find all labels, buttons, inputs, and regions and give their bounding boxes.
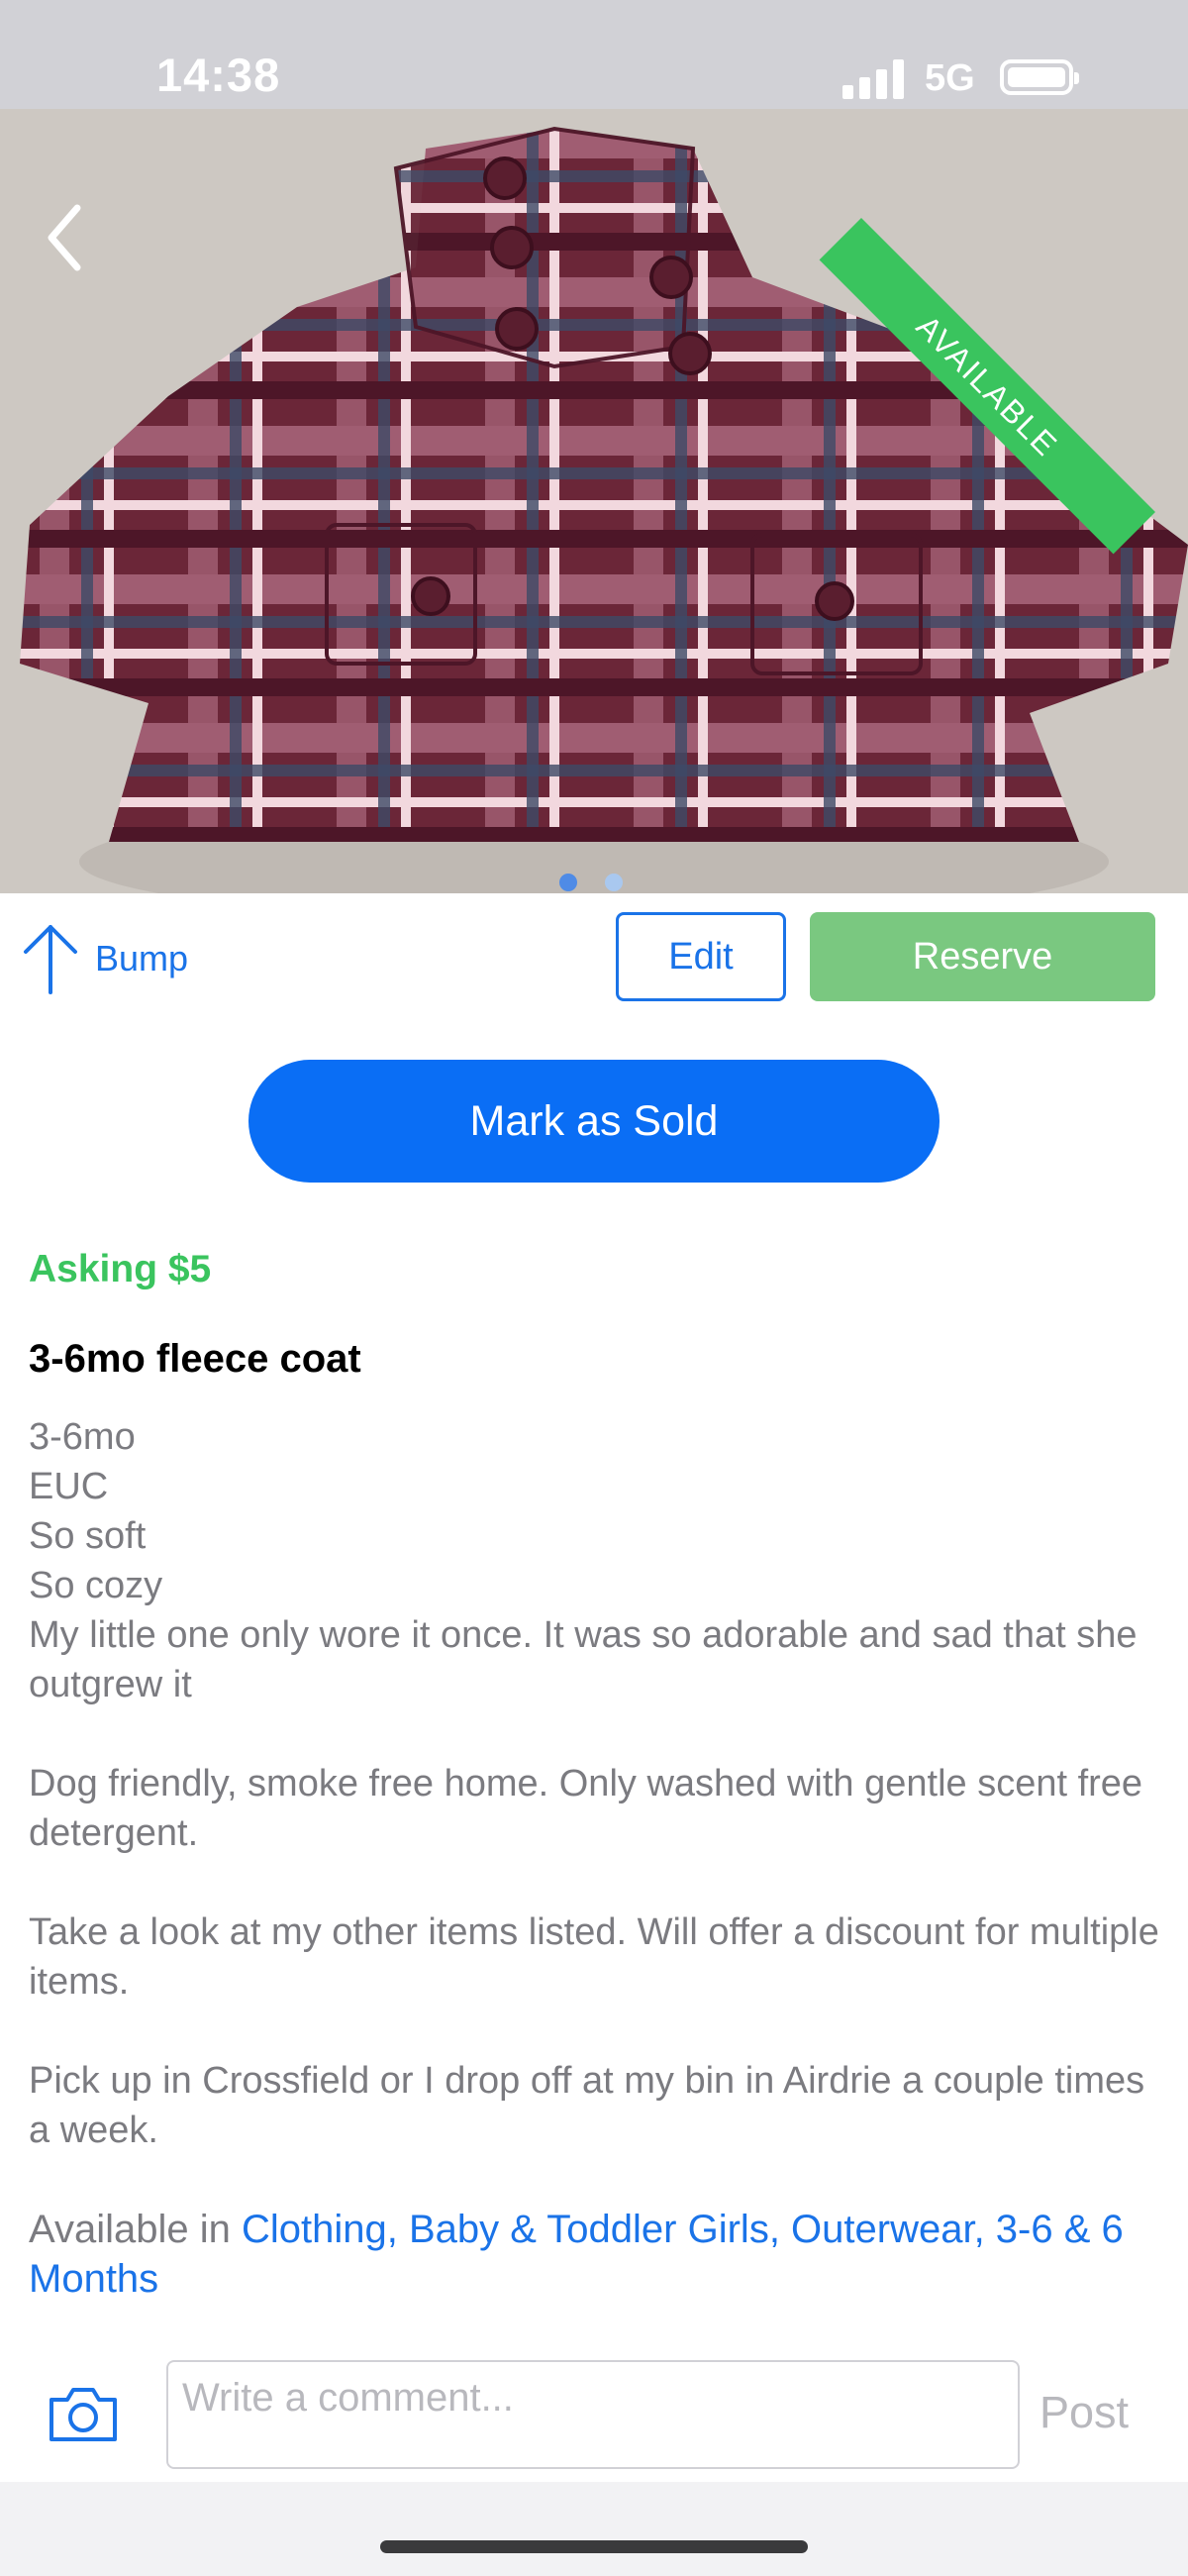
back-button[interactable] bbox=[30, 188, 109, 287]
categories-line: Available in Clothing, Baby & Toddler Gi… bbox=[29, 2205, 1167, 2304]
chevron-left-icon bbox=[48, 204, 81, 271]
pager-dot-active[interactable] bbox=[559, 874, 577, 891]
camera-icon bbox=[50, 2388, 117, 2441]
listing-description: 3-6mo EUC So soft So cozy My little one … bbox=[29, 1416, 1159, 2151]
network-label: 5G bbox=[925, 57, 975, 99]
comment-input[interactable] bbox=[166, 2360, 1020, 2469]
camera-button[interactable] bbox=[46, 2382, 121, 2445]
bump-button[interactable]: Bump bbox=[22, 921, 188, 996]
categories-prefix: Available in bbox=[29, 2208, 242, 2251]
mark-as-sold-button[interactable]: Mark as Sold bbox=[248, 1060, 940, 1183]
edit-button[interactable]: Edit bbox=[616, 912, 786, 1001]
listing-title: 3-6mo fleece coat bbox=[29, 1337, 361, 1381]
arrow-up-icon bbox=[24, 925, 77, 994]
home-indicator bbox=[380, 2540, 808, 2553]
status-time: 14:38 bbox=[156, 49, 281, 101]
signal-icon bbox=[842, 57, 906, 99]
status-bar: 14:38 5G bbox=[0, 0, 1188, 109]
post-button[interactable]: Post bbox=[1040, 2387, 1129, 2438]
bottom-safe-area bbox=[0, 2482, 1188, 2576]
coat-image bbox=[0, 109, 1188, 893]
pager-dot[interactable] bbox=[605, 874, 623, 891]
listing-photo[interactable]: AVAILABLE bbox=[0, 109, 1188, 893]
reserve-button[interactable]: Reserve bbox=[810, 912, 1155, 1001]
price-label: Asking $5 bbox=[29, 1248, 212, 1290]
battery-icon bbox=[1000, 59, 1079, 95]
photo-pager bbox=[559, 874, 650, 893]
bump-label: Bump bbox=[95, 938, 189, 979]
